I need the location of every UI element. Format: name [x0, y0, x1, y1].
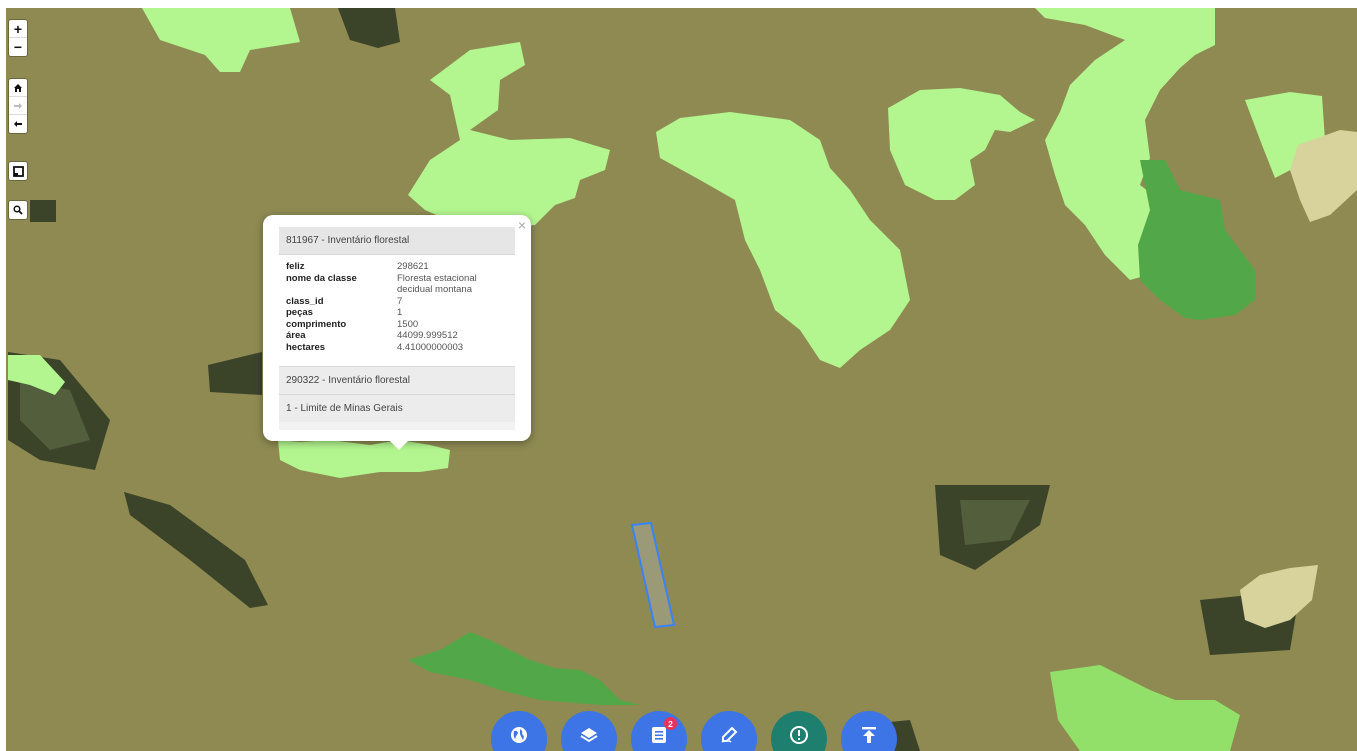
map-canvas[interactable]: 2 — [6, 8, 1357, 751]
search-button[interactable] — [9, 201, 27, 219]
fullscreen-control — [9, 162, 27, 180]
attribute-row: feliz 298621 — [286, 261, 508, 273]
arrow-right-icon — [14, 102, 22, 109]
upload-icon — [862, 727, 876, 743]
attribute-key: comprimento — [286, 318, 347, 330]
attribute-value: Floresta estacional decidual montana — [397, 272, 477, 296]
selected-feature-outline[interactable] — [630, 521, 676, 629]
popup-attributes: feliz 298621 nome da classe Floresta est… — [279, 255, 515, 366]
home-button[interactable] — [9, 79, 27, 97]
attribute-key: área — [286, 330, 306, 341]
square-icon — [12, 165, 24, 177]
attribute-value: 4.41000000003 — [397, 341, 464, 353]
attribute-value: 1500 — [397, 318, 419, 330]
popup-content: 811967 - Inventário florestal feliz 2986… — [279, 227, 515, 430]
attribute-row: comprimento 1500 — [286, 319, 508, 331]
forest-polygons-bright — [1050, 665, 1240, 751]
zoom-out-button[interactable]: − — [9, 38, 27, 56]
popup-feature-header[interactable]: 811967 - Inventário florestal — [279, 227, 515, 255]
attribute-key: peças — [286, 307, 313, 318]
attribute-row: class_id 7 — [286, 296, 508, 308]
attribute-value: 7 — [397, 295, 403, 307]
zoom-controls: + − — [9, 20, 27, 56]
search-control — [9, 201, 27, 219]
alert-icon — [790, 726, 808, 744]
attribute-value: 298621 — [397, 261, 429, 272]
popup-pointer — [390, 441, 408, 450]
globe-icon — [511, 727, 527, 743]
zoom-in-button[interactable]: + — [9, 20, 27, 38]
popup-close-button[interactable]: × — [518, 217, 526, 233]
attribute-key: class_id — [286, 295, 324, 307]
attribute-key: feliz — [286, 261, 305, 272]
attribute-value: 1 — [397, 307, 403, 318]
attribute-value: 44099.999512 — [397, 330, 458, 341]
attribute-row: hectares 4.41000000003 — [286, 342, 508, 354]
search-icon — [13, 205, 23, 215]
arrow-left-icon — [14, 121, 22, 127]
feature-info-popup: × 811967 - Inventário florestal feliz 29… — [263, 215, 531, 450]
attribute-row: nome da classe Floresta estacional decid… — [286, 273, 508, 296]
forest-polygons-light — [8, 8, 1325, 478]
attribute-key: hectares — [286, 341, 326, 353]
popup-feature-item[interactable]: 1 - Limite de Minas Gerais — [279, 394, 515, 422]
popup-feature-item[interactable]: 290322 - Inventário florestal — [279, 366, 515, 394]
notification-badge: 2 — [664, 717, 677, 730]
pasture-polygons — [1240, 130, 1357, 628]
home-icon — [14, 83, 22, 92]
map-layers — [8, 8, 1357, 751]
attribute-row: peças 1 — [286, 307, 508, 319]
attribute-row: área 44099.999512 — [286, 330, 508, 342]
attribute-key: nome da classe — [286, 272, 357, 284]
back-button[interactable] — [9, 115, 27, 133]
forward-button[interactable] — [9, 97, 27, 115]
history-controls — [9, 79, 27, 133]
fullscreen-button[interactable] — [9, 162, 27, 180]
layers-icon — [580, 728, 598, 743]
draw-icon — [721, 726, 738, 743]
